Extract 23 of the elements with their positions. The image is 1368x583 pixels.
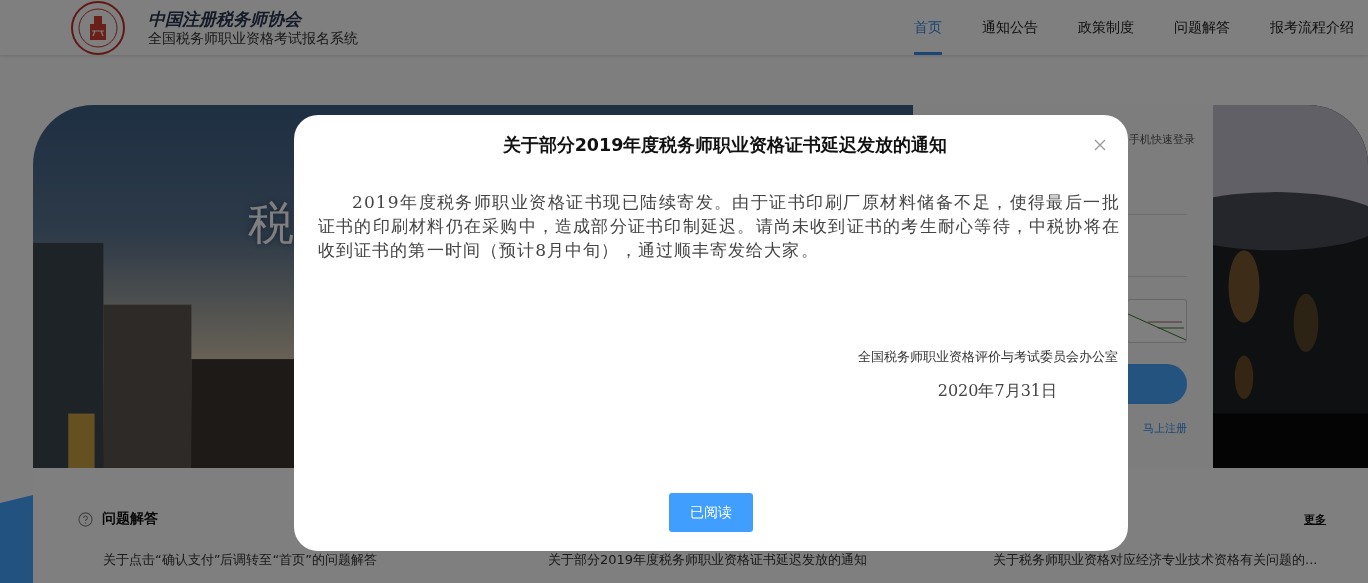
captcha-image[interactable]: [1127, 299, 1187, 343]
faq-link[interactable]: 关于部分2019年度税务师职业资格证书延迟发放的通知: [548, 552, 993, 568]
hero-slogan: 税: [248, 195, 294, 252]
nav-tab[interactable]: 首页: [914, 0, 942, 55]
nav-tab[interactable]: 报考流程介绍: [1270, 0, 1354, 55]
nav-tab[interactable]: 政策制度: [1078, 0, 1134, 55]
phone-login-tab[interactable]: 手机快速登录: [1129, 133, 1195, 147]
register-link[interactable]: 马上注册: [1143, 421, 1187, 436]
read-button[interactable]: 已阅读: [668, 493, 753, 532]
faq-link[interactable]: 关于税务师职业资格对应经济专业技术资格有关问题的...: [993, 552, 1348, 568]
dialog-title: 关于部分2019年度税务师职业资格证书延迟发放的通知: [502, 134, 948, 157]
more-link[interactable]: 更多: [1304, 511, 1326, 527]
faq-link[interactable]: 关于点击“确认支付”后调转至“首页”的问题解答: [103, 552, 548, 568]
issuer-signature: 全国税务师职业资格评价与考试委员会办公室: [858, 348, 1118, 366]
nav-tab[interactable]: 通知公告: [982, 0, 1038, 55]
close-icon[interactable]: [1092, 137, 1108, 153]
section-title: 问题解答: [102, 510, 158, 528]
site-subtitle: 全国税务师职业资格考试报名系统: [148, 28, 358, 47]
notice-date: 2020年7月31日: [937, 381, 1057, 402]
help-icon: [78, 511, 93, 527]
nav-tab[interactable]: 问题解答: [1174, 0, 1230, 55]
notice-paragraph: 2019年度税务师职业资格证书现已陆续寄发。由于证书印刷厂原材料储备不足，使得最后一批证书的印刷材料仍在采购中，造成部分证书印制延迟。请尚未收到证书的考生耐心等待，中税协将在收到证书的第一时间（预计8月中旬），通过顺丰寄发给大家。: [318, 191, 1120, 262]
logo-calligraphy: 中国注册税务师协会: [148, 8, 304, 29]
